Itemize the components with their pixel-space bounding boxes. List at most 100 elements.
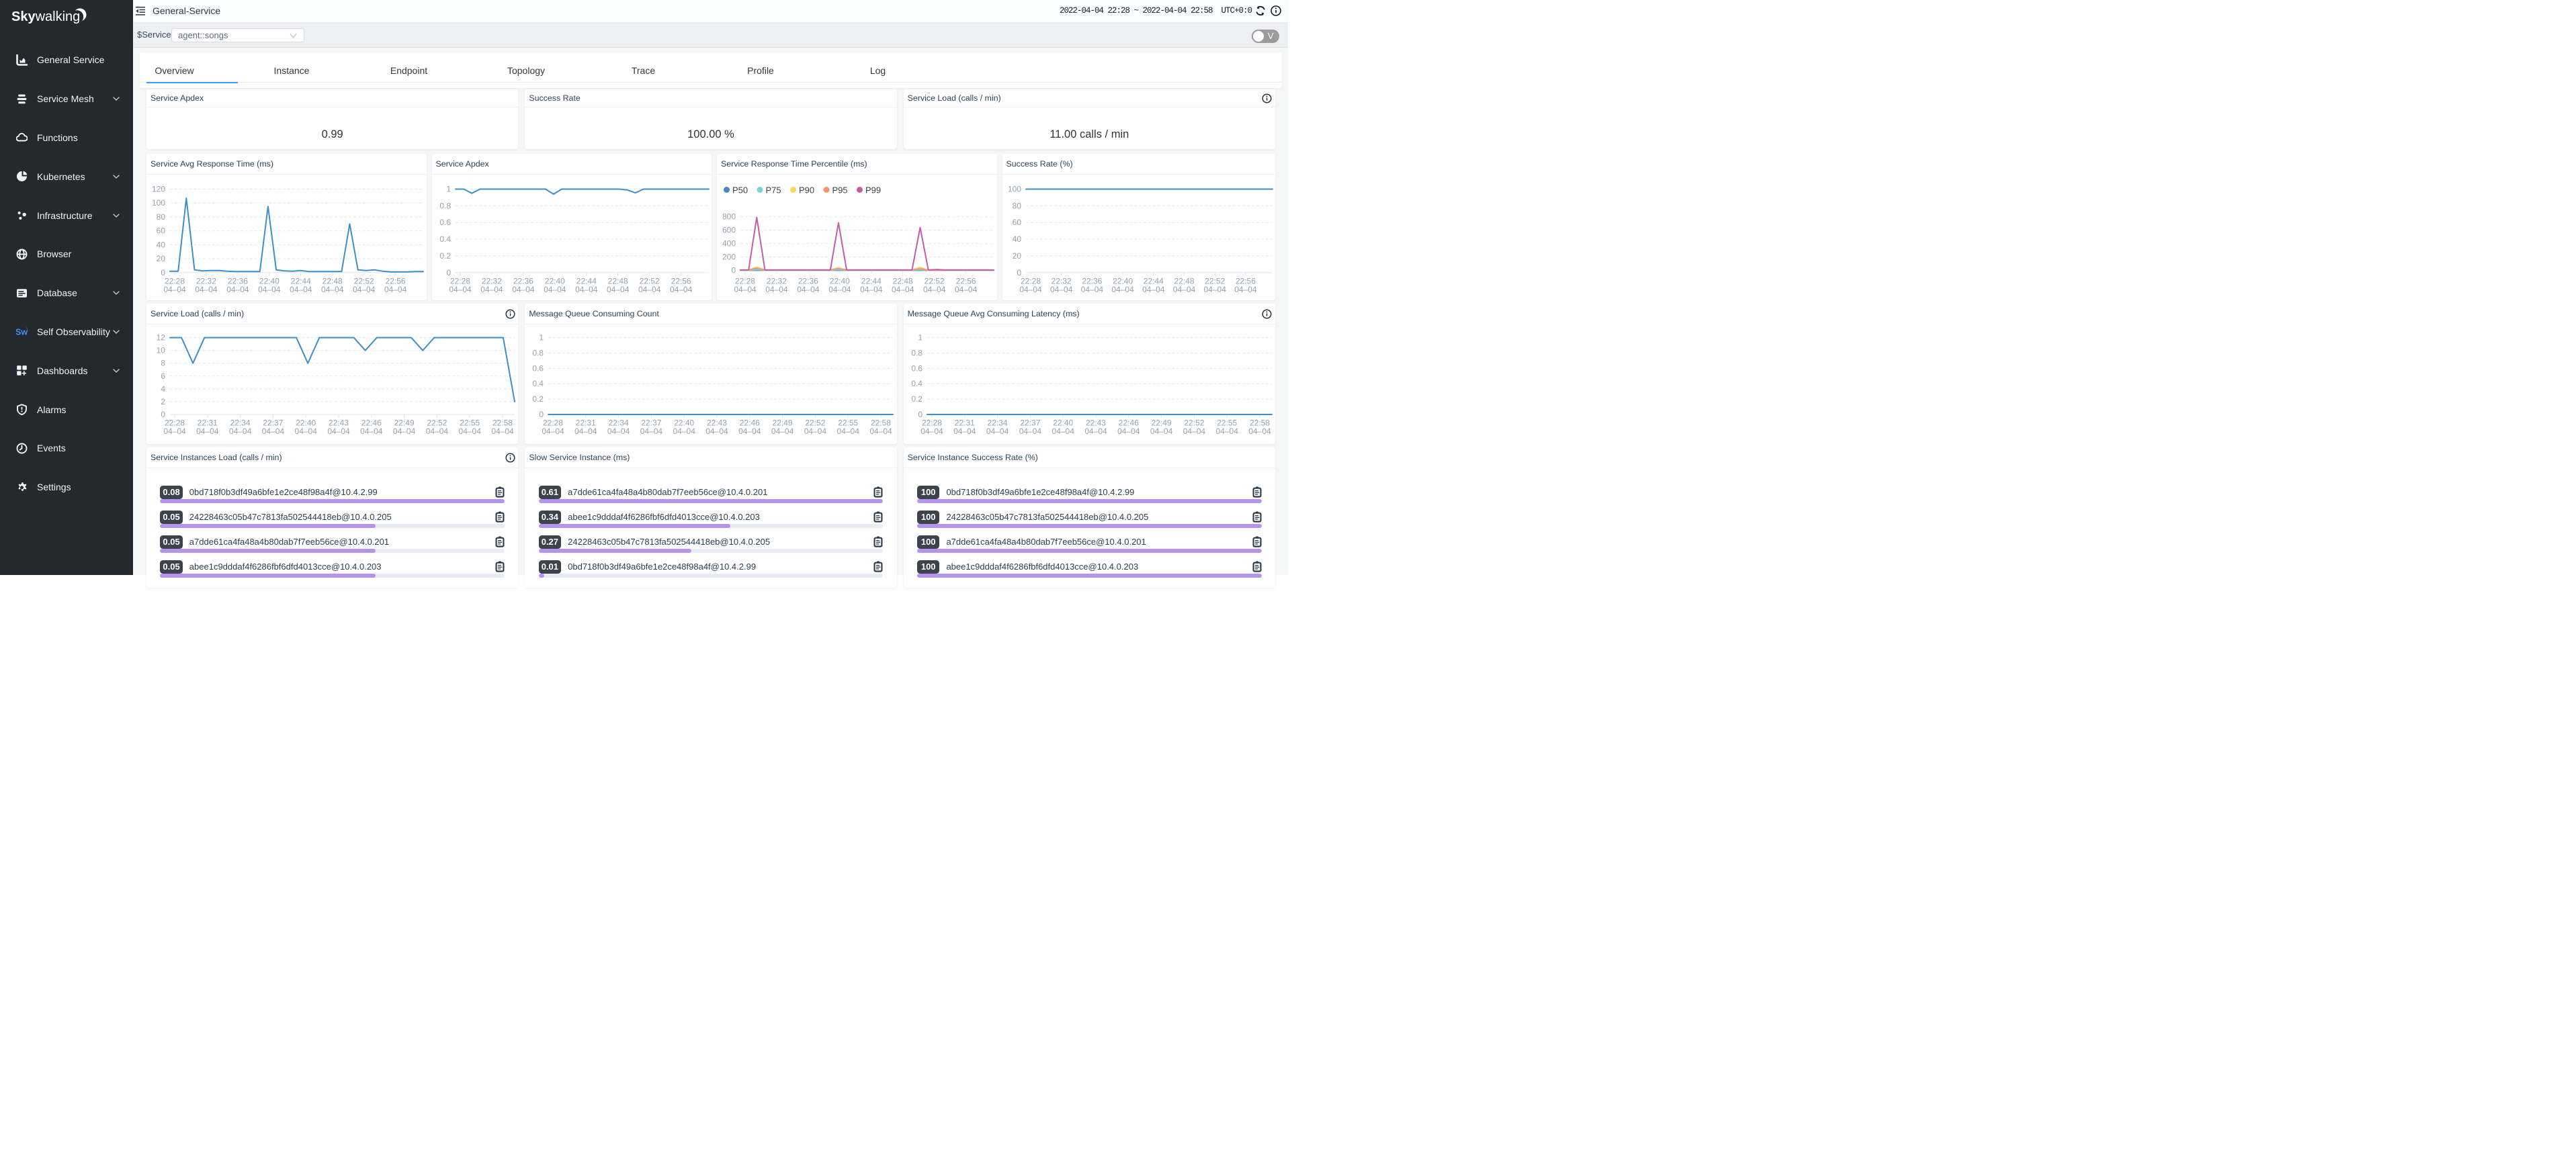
svg-text:04–04: 04–04 bbox=[734, 285, 757, 294]
svg-text:P99: P99 bbox=[865, 185, 881, 195]
svg-text:04–04: 04–04 bbox=[640, 427, 663, 436]
svg-text:04–04: 04–04 bbox=[765, 285, 788, 294]
svg-text:04–04: 04–04 bbox=[607, 285, 630, 294]
svg-text:800: 800 bbox=[722, 212, 736, 222]
svg-text:04–04: 04–04 bbox=[986, 427, 1009, 436]
svg-text:0.8: 0.8 bbox=[533, 349, 544, 358]
svg-text:04–04: 04–04 bbox=[1111, 285, 1134, 294]
svg-text:8: 8 bbox=[161, 359, 165, 368]
svg-text:04–04: 04–04 bbox=[804, 427, 827, 436]
svg-text:120: 120 bbox=[152, 185, 165, 194]
svg-text:P50: P50 bbox=[732, 185, 748, 195]
svg-text:04–04: 04–04 bbox=[1234, 285, 1257, 294]
svg-text:04–04: 04–04 bbox=[195, 285, 218, 294]
svg-text:04–04: 04–04 bbox=[953, 427, 976, 436]
svg-text:0.2: 0.2 bbox=[439, 251, 451, 261]
svg-text:0.8: 0.8 bbox=[439, 201, 451, 210]
svg-text:04–04: 04–04 bbox=[771, 427, 794, 436]
svg-text:04–04: 04–04 bbox=[797, 285, 820, 294]
svg-text:0.2: 0.2 bbox=[911, 394, 922, 404]
svg-text:1: 1 bbox=[918, 333, 922, 343]
svg-text:04–04: 04–04 bbox=[449, 285, 472, 294]
svg-text:04–04: 04–04 bbox=[1203, 285, 1226, 294]
svg-text:04–04: 04–04 bbox=[1050, 285, 1073, 294]
svg-text:04–04: 04–04 bbox=[1215, 427, 1238, 436]
svg-text:0.6: 0.6 bbox=[439, 218, 451, 227]
svg-text:04–04: 04–04 bbox=[1051, 427, 1074, 436]
svg-text:P90: P90 bbox=[799, 185, 814, 195]
svg-text:04–04: 04–04 bbox=[321, 285, 344, 294]
svg-text:04–04: 04–04 bbox=[892, 285, 914, 294]
svg-text:04–04: 04–04 bbox=[860, 285, 883, 294]
svg-text:04–04: 04–04 bbox=[574, 427, 597, 436]
svg-text:0.6: 0.6 bbox=[911, 363, 922, 373]
svg-text:60: 60 bbox=[1012, 218, 1021, 227]
svg-text:04–04: 04–04 bbox=[1019, 285, 1042, 294]
svg-text:80: 80 bbox=[157, 212, 166, 222]
svg-text:04–04: 04–04 bbox=[480, 285, 503, 294]
svg-text:0.4: 0.4 bbox=[439, 234, 451, 244]
svg-text:04–04: 04–04 bbox=[262, 427, 285, 436]
svg-text:40: 40 bbox=[1012, 234, 1021, 244]
svg-text:40: 40 bbox=[157, 240, 166, 249]
svg-text:04–04: 04–04 bbox=[955, 285, 978, 294]
svg-text:0: 0 bbox=[731, 266, 736, 275]
svg-text:04–04: 04–04 bbox=[258, 285, 281, 294]
svg-text:04–04: 04–04 bbox=[1150, 427, 1173, 436]
svg-text:04–04: 04–04 bbox=[226, 285, 249, 294]
svg-text:200: 200 bbox=[722, 253, 736, 262]
svg-text:04–04: 04–04 bbox=[1019, 427, 1041, 436]
svg-text:0.6: 0.6 bbox=[533, 363, 544, 373]
svg-text:0.4: 0.4 bbox=[911, 379, 922, 388]
svg-text:04–04: 04–04 bbox=[327, 427, 350, 436]
svg-text:04–04: 04–04 bbox=[1080, 285, 1103, 294]
svg-text:0.2: 0.2 bbox=[533, 394, 544, 404]
svg-text:04–04: 04–04 bbox=[295, 427, 318, 436]
svg-text:04–04: 04–04 bbox=[353, 285, 376, 294]
svg-text:12: 12 bbox=[157, 333, 166, 343]
svg-text:04–04: 04–04 bbox=[491, 427, 514, 436]
svg-text:04–04: 04–04 bbox=[290, 285, 312, 294]
svg-text:Sw: Sw bbox=[16, 328, 28, 337]
svg-text:04–04: 04–04 bbox=[384, 285, 407, 294]
svg-text:04–04: 04–04 bbox=[673, 427, 696, 436]
svg-text:1: 1 bbox=[446, 185, 451, 194]
svg-text:20: 20 bbox=[1012, 251, 1021, 261]
svg-text:4: 4 bbox=[161, 384, 165, 394]
svg-text:1: 1 bbox=[540, 333, 544, 343]
svg-text:04–04: 04–04 bbox=[512, 285, 535, 294]
svg-text:10: 10 bbox=[157, 346, 166, 355]
svg-text:2: 2 bbox=[161, 397, 165, 406]
svg-text:100: 100 bbox=[152, 198, 165, 208]
svg-text:04–04: 04–04 bbox=[1183, 427, 1205, 436]
svg-text:04–04: 04–04 bbox=[196, 427, 219, 436]
svg-text:0.8: 0.8 bbox=[911, 349, 922, 358]
svg-text:60: 60 bbox=[157, 226, 166, 236]
svg-text:04–04: 04–04 bbox=[1084, 427, 1107, 436]
svg-text:04–04: 04–04 bbox=[837, 427, 860, 436]
svg-text:04–04: 04–04 bbox=[1248, 427, 1271, 436]
svg-text:04–04: 04–04 bbox=[923, 285, 946, 294]
svg-text:400: 400 bbox=[722, 239, 736, 249]
svg-text:04–04: 04–04 bbox=[459, 427, 482, 436]
svg-text:04–04: 04–04 bbox=[1142, 285, 1165, 294]
svg-text:04–04: 04–04 bbox=[542, 427, 565, 436]
svg-text:04–04: 04–04 bbox=[575, 285, 598, 294]
svg-text:04–04: 04–04 bbox=[393, 427, 416, 436]
svg-text:04–04: 04–04 bbox=[229, 427, 252, 436]
svg-text:04–04: 04–04 bbox=[828, 285, 851, 294]
svg-text:0.4: 0.4 bbox=[533, 379, 544, 388]
svg-text:04–04: 04–04 bbox=[870, 427, 893, 436]
svg-text:04–04: 04–04 bbox=[706, 427, 729, 436]
svg-text:6: 6 bbox=[161, 371, 165, 381]
svg-text:04–04: 04–04 bbox=[163, 427, 186, 436]
svg-text:04–04: 04–04 bbox=[669, 285, 692, 294]
svg-text:600: 600 bbox=[722, 226, 736, 235]
svg-text:04–04: 04–04 bbox=[638, 285, 661, 294]
svg-text:04–04: 04–04 bbox=[544, 285, 566, 294]
svg-text:P95: P95 bbox=[832, 185, 848, 195]
svg-text:04–04: 04–04 bbox=[1117, 427, 1140, 436]
svg-text:P75: P75 bbox=[766, 185, 781, 195]
svg-text:20: 20 bbox=[157, 254, 166, 263]
svg-text:04–04: 04–04 bbox=[920, 427, 943, 436]
